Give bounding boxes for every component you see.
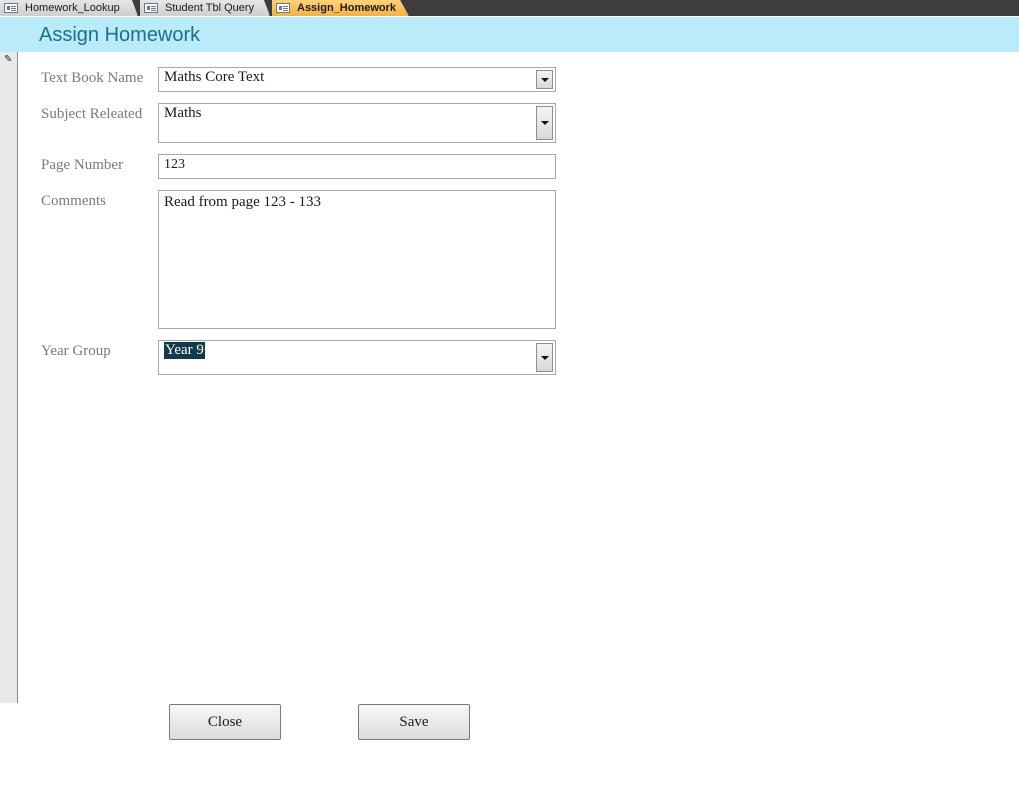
comments-textarea[interactable]: Read from page 123 - 133 — [158, 190, 556, 329]
save-button[interactable]: Save — [358, 704, 470, 740]
document-tab-bar: Homework_Lookup Student Tbl Query Assign… — [0, 0, 1019, 16]
record-selector[interactable]: ✎ — [0, 52, 18, 703]
form-icon — [144, 3, 158, 13]
dropdown-arrow-icon[interactable] — [536, 70, 553, 89]
page-number-field[interactable]: 123 — [158, 154, 556, 179]
year-group-combobox[interactable]: Year 9 — [158, 340, 556, 375]
subject-value: Maths — [164, 105, 202, 121]
dropdown-arrow-icon[interactable] — [536, 343, 553, 372]
subject-label: Subject Releated — [41, 106, 143, 122]
page-number-label: Page Number — [41, 157, 124, 173]
comments-value: Read from page 123 - 133 — [164, 194, 322, 210]
close-button[interactable]: Close — [169, 704, 281, 740]
subject-combobox[interactable]: Maths — [158, 103, 556, 143]
textbook-combobox[interactable]: Maths Core Text — [158, 67, 556, 92]
tab-homework-lookup[interactable]: Homework_Lookup — [0, 0, 138, 16]
form-icon — [4, 3, 18, 13]
pencil-icon: ✎ — [4, 54, 13, 65]
textbook-value: Maths Core Text — [164, 69, 265, 85]
tab-label: Assign_Homework — [297, 2, 397, 14]
tab-assign-homework[interactable]: Assign_Homework — [272, 0, 409, 16]
page-title: Assign Homework — [39, 24, 201, 46]
tab-label: Student Tbl Query — [165, 2, 255, 14]
comments-label: Comments — [41, 193, 107, 209]
form-header: Assign Homework — [0, 17, 1019, 52]
tab-label: Homework_Lookup — [25, 2, 120, 14]
page-number-value: 123 — [164, 157, 185, 172]
form-icon — [276, 3, 290, 13]
year-group-label: Year Group — [41, 343, 111, 359]
year-group-value: Year 9 — [164, 342, 205, 359]
textbook-label: Text Book Name — [41, 70, 144, 86]
tab-student-tbl-query[interactable]: Student Tbl Query — [140, 0, 270, 16]
dropdown-arrow-icon[interactable] — [536, 106, 553, 140]
